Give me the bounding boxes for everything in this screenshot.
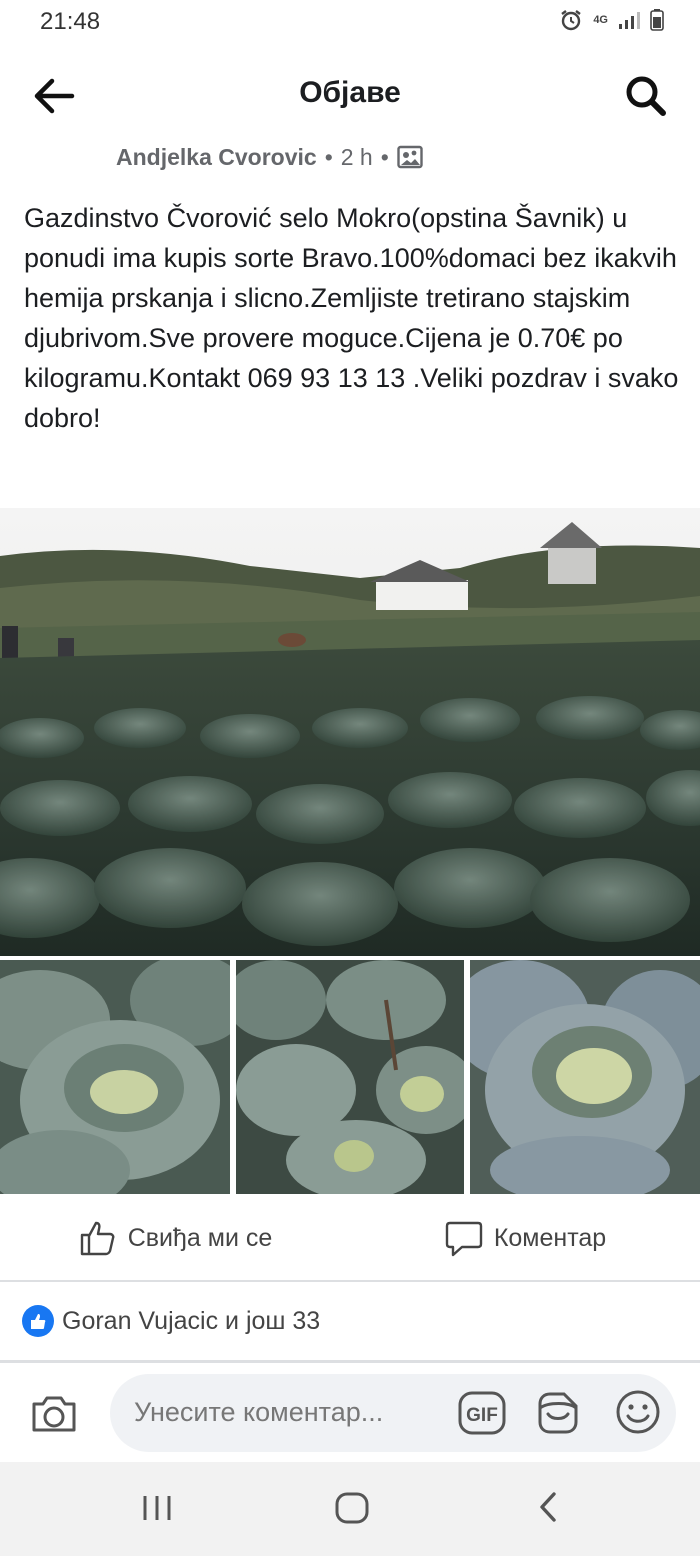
cabbage-closeup-photo[interactable] — [470, 960, 700, 1194]
sticker-button[interactable] — [534, 1388, 582, 1443]
cabbage-rows-photo[interactable] — [236, 960, 464, 1194]
system-back-button[interactable] — [532, 1490, 566, 1529]
search-icon — [626, 76, 666, 116]
home-icon — [335, 1492, 369, 1524]
gif-icon: GIF — [458, 1391, 506, 1435]
post-actions: Свиђа ми се Коментар — [0, 1196, 700, 1282]
top-bar: Објаве — [0, 56, 700, 136]
field-illustration — [0, 508, 700, 956]
thumbs-up-icon — [80, 1221, 115, 1256]
gif-button[interactable]: GIF — [458, 1390, 506, 1441]
meta-separator: • — [324, 143, 333, 170]
like-reaction-icon — [22, 1305, 54, 1337]
post-meta: Andjelka Cvorovic • 2 h • — [116, 140, 423, 174]
network-type: 4G — [593, 13, 608, 26]
sticker-icon — [538, 1392, 578, 1434]
comment-button[interactable]: Коментар — [350, 1196, 700, 1280]
comment-input[interactable]: Унесите коментар... GIF — [110, 1374, 676, 1452]
recent-apps-icon — [143, 1496, 171, 1520]
status-icons: 4G — [559, 8, 664, 32]
comment-bubble-icon — [445, 1221, 483, 1257]
chevron-left-icon — [540, 1492, 556, 1522]
cabbage-closeup-illustration — [470, 960, 700, 1194]
battery-icon — [650, 9, 664, 31]
cabbage-head-photo[interactable] — [0, 960, 230, 1194]
signal-icon — [619, 12, 640, 29]
cabbage-head-illustration — [0, 960, 230, 1194]
post-text: Gazdinstvo Čvorović selo Mokro(opstina Š… — [24, 203, 679, 433]
gif-text: GIF — [466, 1405, 498, 1426]
cabbage-field-photo[interactable] — [0, 508, 700, 956]
post-author[interactable]: Andjelka Cvorovic — [116, 144, 317, 171]
comment-placeholder: Унесите коментар... — [134, 1397, 384, 1427]
emoji-button[interactable] — [614, 1388, 662, 1441]
emoji-icon — [616, 1390, 660, 1434]
alarm-icon — [561, 10, 582, 31]
cabbage-rows-illustration — [236, 960, 464, 1194]
like-button[interactable]: Свиђа ми се — [0, 1196, 350, 1280]
reactions-text: Goran Vujacic и још 33 — [62, 1306, 321, 1335]
meta-separator: • — [380, 143, 389, 170]
page-title: Објаве — [299, 76, 401, 109]
camera-button[interactable] — [28, 1388, 80, 1440]
photo-album-icon — [397, 145, 423, 169]
photo-thumbnails — [0, 960, 700, 1194]
reactions-summary[interactable]: Goran Vujacic и још 33 — [22, 1298, 320, 1344]
system-nav-bar — [0, 1462, 700, 1556]
post-time[interactable]: 2 h — [341, 144, 373, 171]
like-label: Свиђа ми се — [127, 1223, 273, 1252]
divider — [0, 1360, 700, 1363]
status-time: 21:48 — [40, 8, 101, 35]
status-bar: 21:48 4G — [0, 0, 700, 48]
home-button[interactable] — [334, 1490, 370, 1531]
comment-label: Коментар — [493, 1223, 607, 1252]
comment-composer: Унесите коментар... GIF — [0, 1366, 700, 1462]
search-button[interactable] — [620, 70, 672, 122]
camera-icon — [32, 1396, 76, 1432]
recent-apps-button[interactable] — [140, 1490, 174, 1529]
